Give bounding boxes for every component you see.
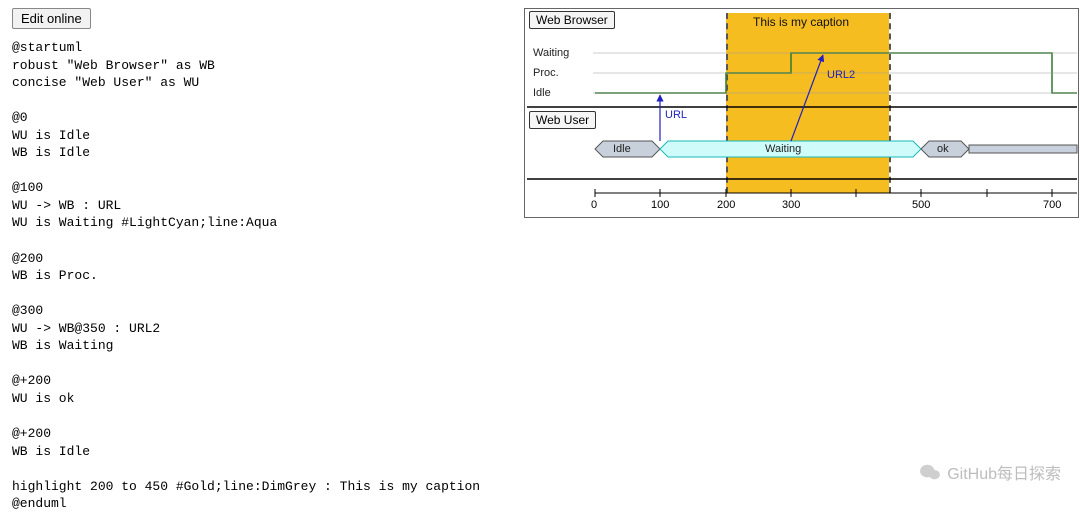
plantuml-source-code: @startuml robust "Web Browser" as WB con… xyxy=(12,39,512,513)
page-root: Edit online @startuml robust "Web Browse… xyxy=(0,0,1080,502)
tick-500: 500 xyxy=(912,199,930,211)
msg-url-label: URL xyxy=(665,109,687,121)
tick-200: 200 xyxy=(717,199,735,211)
timing-diagram: This is my caption Web Browser Waiting P… xyxy=(524,8,1079,218)
edit-online-button[interactable]: Edit online xyxy=(12,8,91,29)
wu-state-ok: ok xyxy=(937,143,949,155)
tick-100: 100 xyxy=(651,199,669,211)
watermark-text: GitHub每日探索 xyxy=(947,460,1061,484)
wu-state-waiting: Waiting xyxy=(765,143,801,155)
wu-state-idle: Idle xyxy=(613,143,631,155)
tick-0: 0 xyxy=(591,199,597,211)
watermark: GitHub每日探索 xyxy=(919,460,1061,484)
left-column: Edit online @startuml robust "Web Browse… xyxy=(12,8,512,494)
msg-url2-label: URL2 xyxy=(827,69,855,81)
tick-300: 300 xyxy=(782,199,800,211)
wechat-icon xyxy=(919,463,941,481)
tick-700: 700 xyxy=(1043,199,1061,211)
right-column: This is my caption Web Browser Waiting P… xyxy=(524,8,1079,494)
diagram-svg xyxy=(525,9,1080,219)
